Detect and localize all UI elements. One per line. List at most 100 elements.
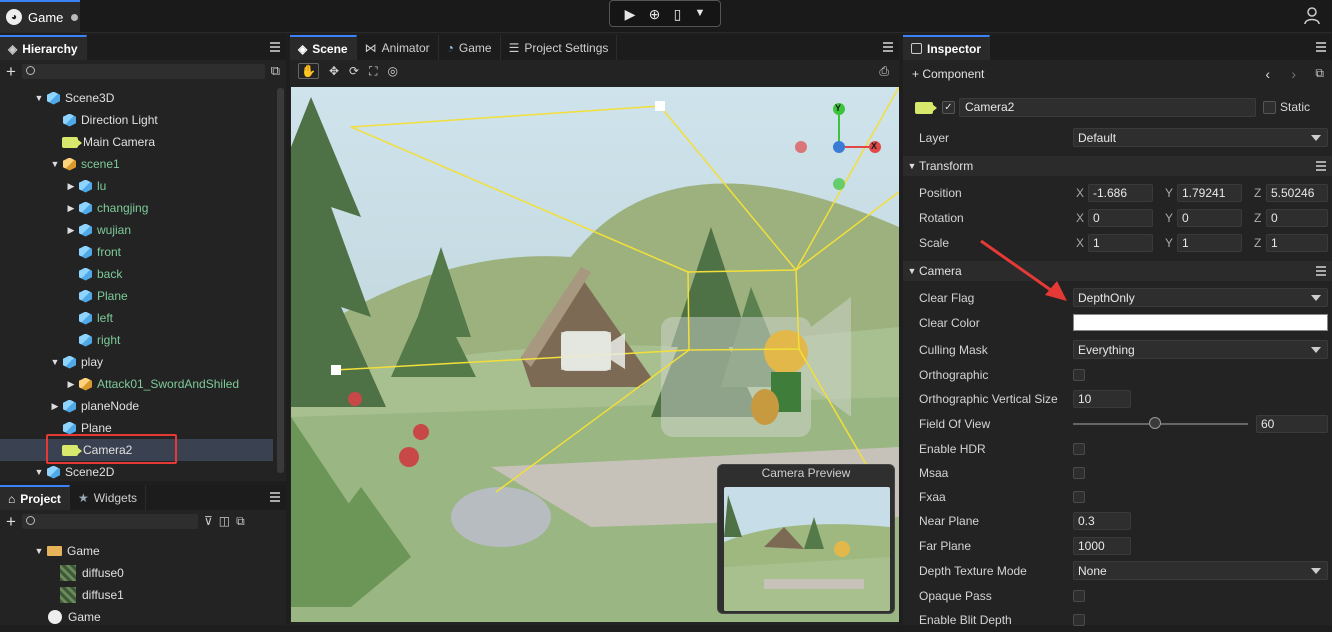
camera-menu-icon[interactable] [1316,266,1326,276]
scene-menu-icon[interactable] [883,42,893,52]
add-asset-button[interactable]: + [6,513,16,530]
tree-node[interactable]: ▶ changjing [0,197,273,219]
blit-depth-checkbox[interactable] [1073,613,1085,626]
scale-y-input[interactable]: 1 [1177,233,1242,252]
rect-tool-icon[interactable]: ◎ [387,64,397,78]
tree-node[interactable]: ▼ scene1 [0,153,273,175]
list-item[interactable]: ▼ Game [0,540,286,562]
ortho-size-input[interactable]: 10 [1073,389,1131,408]
tab-animator[interactable]: ⋈ Animator [357,35,439,60]
transform-menu-icon[interactable] [1316,161,1326,171]
orthographic-checkbox[interactable] [1073,368,1085,381]
tab-project-settings[interactable]: ☰ Project Settings [501,35,618,60]
clear-flag-select[interactable]: DepthOnly [1073,288,1328,307]
hierarchy-scrollbar[interactable] [277,88,284,473]
depth-mode-select[interactable]: None [1073,561,1328,580]
near-plane-input[interactable]: 0.3 [1073,511,1131,530]
active-checkbox[interactable]: ✓ [942,101,955,114]
tree-node[interactable]: ▼ play [0,351,273,373]
add-node-button[interactable]: + [6,63,16,80]
chevron-right-icon[interactable]: ▶ [66,379,76,390]
hierarchy-search-input[interactable] [21,63,265,79]
globe-icon[interactable]: ⊕ [649,7,661,21]
hierarchy-menu-icon[interactable] [270,42,280,52]
clear-color-swatch[interactable] [1073,314,1328,331]
tree-node[interactable]: ▶ lu [0,175,273,197]
scale-z-input[interactable]: 1 [1266,233,1328,252]
layer-row: Layer Default [903,125,1332,150]
position-x-input[interactable]: -1.686 [1088,183,1153,202]
tree-node[interactable]: front [0,241,273,263]
rotation-y-input[interactable]: 0 [1177,208,1242,227]
chevron-down-icon[interactable]: ▼ [34,93,44,103]
axis-x-label: X [1076,235,1085,250]
project-search-input[interactable] [21,513,198,529]
list-item[interactable]: diffuse1 [0,584,286,606]
chevron-down-icon[interactable]: ▼ [695,8,706,19]
tab-project[interactable]: ⌂ Project [0,485,70,510]
tree-node[interactable]: ▶ planeNode [0,395,273,417]
forward-icon[interactable]: › [1291,66,1296,82]
tab-scene[interactable]: ◈ Scene [290,35,357,60]
rotate-tool-icon[interactable]: ⟳ [349,64,359,78]
scale-tool-icon[interactable]: ⛶ [369,64,377,79]
chevron-right-icon[interactable]: ▶ [66,225,76,236]
transform-header[interactable]: ▼ Transform [903,156,1332,176]
hand-tool-icon[interactable]: ✋ [298,63,319,79]
chevron-down-icon[interactable]: ▼ [34,467,44,477]
tab-inspector[interactable]: Inspector [903,35,991,60]
user-icon[interactable] [1302,6,1322,26]
tree-node[interactable]: Plane [0,285,273,307]
position-z-input[interactable]: 5.50246 [1266,183,1328,202]
tab-game[interactable]: ◔ Game [439,35,501,60]
static-checkbox[interactable] [1263,101,1276,114]
hdr-checkbox[interactable] [1073,442,1085,455]
add-component-button[interactable]: + Component [912,67,984,81]
document-tab[interactable]: ◕ Game [0,0,80,32]
tree-node[interactable]: Direction Light [0,109,273,131]
culling-mask-select[interactable]: Everything [1073,340,1328,359]
list-item[interactable]: diffuse0 [0,562,286,584]
fxaa-checkbox[interactable] [1073,490,1085,503]
tree-node[interactable]: Main Camera [0,131,273,153]
chevron-down-icon[interactable]: ▼ [50,159,60,169]
scale-x-input[interactable]: 1 [1088,233,1153,252]
camera-header[interactable]: ▼ Camera [903,261,1332,281]
chevron-right-icon[interactable]: ▶ [50,401,60,412]
play-icon[interactable]: ▶ [625,7,636,21]
rotation-x-input[interactable]: 0 [1088,208,1153,227]
chevron-down-icon[interactable]: ▼ [34,546,44,556]
chevron-right-icon[interactable]: ▶ [66,203,76,214]
tree-node[interactable]: ▼ Scene3D [0,87,273,109]
layer-select[interactable]: Default [1073,128,1328,147]
split-view-icon[interactable]: ◫ [219,514,230,528]
fov-input[interactable]: 60 [1256,414,1328,433]
rotation-z-input[interactable]: 0 [1266,208,1328,227]
camera-settings-icon[interactable]: ⎙ [879,64,889,79]
tree-node[interactable]: ▶ wujian [0,219,273,241]
chevron-right-icon[interactable]: ▶ [66,181,76,192]
tree-node[interactable]: ▼ Scene2D [0,461,273,483]
tab-hierarchy[interactable]: ◈ Hierarchy [0,35,87,60]
far-plane-input[interactable]: 1000 [1073,536,1131,555]
collapse-icon[interactable]: ⧉ [271,63,280,79]
collapse-icon[interactable]: ⧉ [1315,66,1324,81]
tree-node[interactable]: right [0,329,273,351]
project-menu-icon[interactable] [270,492,280,502]
filter-icon[interactable]: ⊽ [204,514,213,528]
move-tool-icon[interactable]: ✥ [329,64,339,78]
tree-node[interactable]: back [0,263,273,285]
fov-slider-handle[interactable] [1149,417,1162,429]
inspector-menu-icon[interactable] [1316,42,1326,52]
tree-node[interactable]: ▶ Attack01_SwordAndShiled [0,373,273,395]
opaque-pass-checkbox[interactable] [1073,589,1085,602]
object-name-input[interactable]: Camera2 [959,98,1256,117]
tab-widgets[interactable]: ★ Widgets [70,485,147,510]
collapse-icon[interactable]: ⧉ [236,514,245,529]
tree-node[interactable]: left [0,307,273,329]
position-y-input[interactable]: 1.79241 [1177,183,1242,202]
back-icon[interactable]: ‹ [1265,66,1270,82]
msaa-checkbox[interactable] [1073,466,1085,479]
chevron-down-icon[interactable]: ▼ [50,357,60,367]
device-icon[interactable]: ▯ [674,7,682,21]
